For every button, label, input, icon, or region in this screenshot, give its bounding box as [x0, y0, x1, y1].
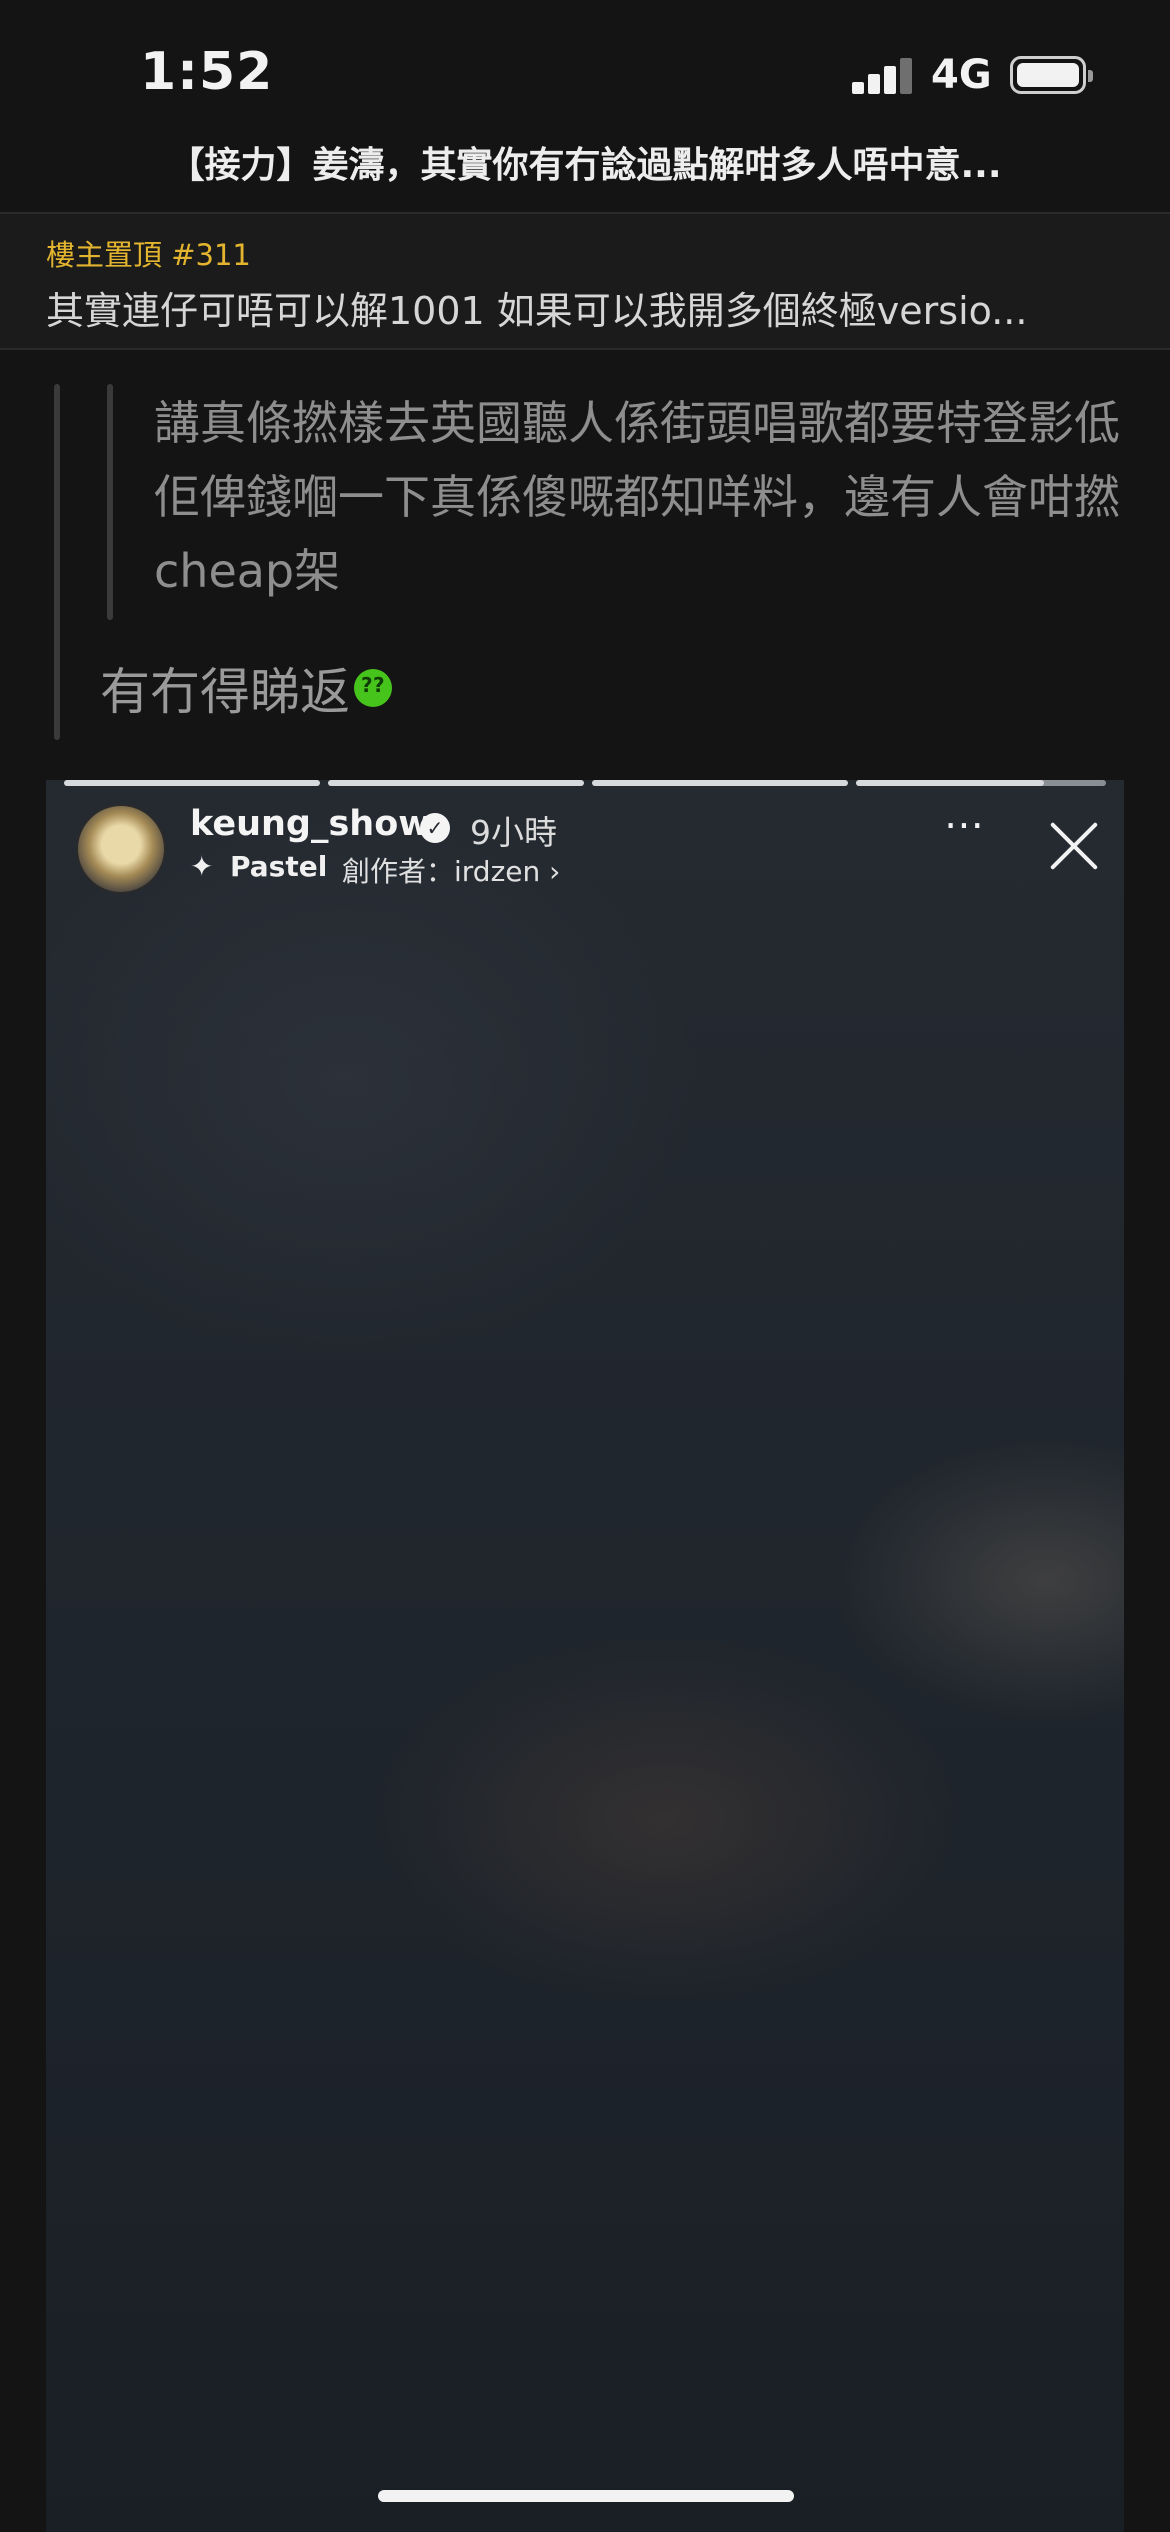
battery-icon [1010, 56, 1093, 94]
story-username[interactable]: keung_show [190, 804, 431, 844]
story-progress-segment [856, 780, 1106, 786]
effect-name[interactable]: Pastel [230, 850, 327, 883]
story-progress-segment [64, 780, 320, 786]
question-mark-emoji-icon [354, 669, 392, 707]
screen: 1:52 4G 【接力】姜濤，其實你有冇諗過點解咁多人唔中意... 樓主置頂 #… [0, 0, 1170, 2532]
home-indicator[interactable] [378, 2490, 794, 2502]
avatar[interactable] [76, 804, 166, 894]
quoted-text: 講真條撚樣去英國聽人係街頭唱歌都要特登影低佢俾錢嗰一下真係傻嘅都知咩料，邊有人會… [154, 396, 1120, 598]
status-time: 1:52 [140, 42, 274, 102]
status-bar: 1:52 4G [0, 0, 1170, 140]
pinned-text[interactable]: 其實連仔可唔可以解1001 如果可以我開多個終極versio... [46, 280, 1126, 335]
close-icon[interactable] [1044, 816, 1104, 876]
thread-title[interactable]: 【接力】姜濤，其實你有冇諗過點解咁多人唔中意... [0, 136, 1170, 188]
story-age: 9小時 [470, 813, 557, 852]
story-progress-segment [328, 780, 584, 786]
sparkle-icon: ✦ [190, 850, 214, 883]
network-type: 4G [931, 52, 992, 98]
reply-content: 有冇得睇返 [100, 652, 392, 724]
story-progress-segment [592, 780, 848, 786]
reply-text: 有冇得睇返 [100, 663, 350, 721]
more-options-icon[interactable]: ⋯ [944, 802, 986, 848]
verified-badge-icon: ✓ [420, 813, 450, 843]
nested-quote-bar [107, 384, 113, 620]
signal-icon [852, 58, 914, 94]
divider [0, 348, 1170, 350]
story-progress-fill [856, 780, 1044, 786]
quote-bar [54, 384, 60, 740]
effect-creator[interactable]: 創作者：irdzen › [342, 850, 560, 890]
pinned-label: 樓主置頂 #311 [46, 238, 251, 272]
story-screenshot[interactable]: keung_show ✓ 9小時 ✦ Pastel 創作者：irdzen › ⋯ [46, 780, 1124, 2532]
